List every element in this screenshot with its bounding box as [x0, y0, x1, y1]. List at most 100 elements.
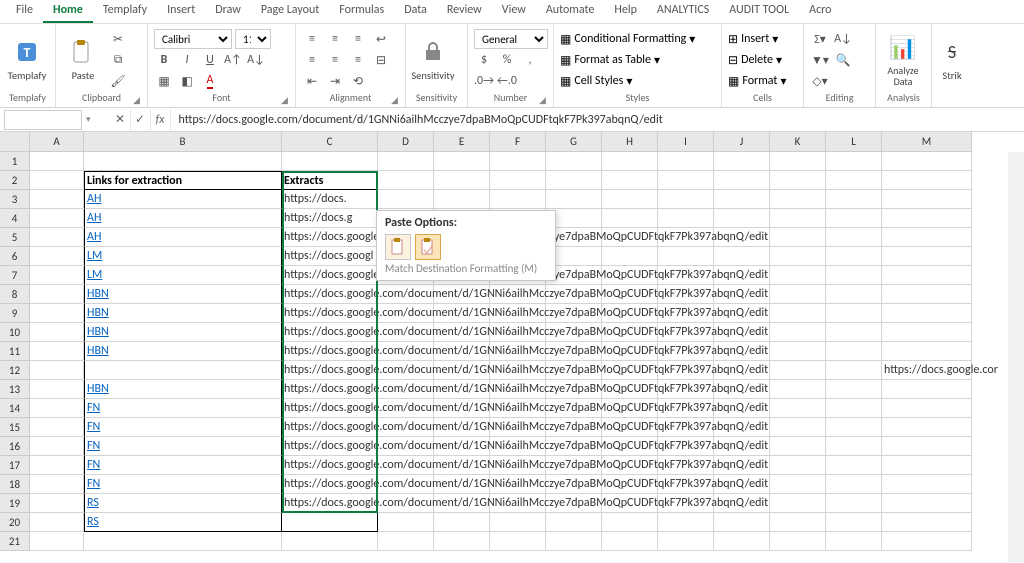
clear-button[interactable]: ◇▾: [810, 71, 830, 91]
cell-L11[interactable]: [826, 342, 882, 361]
font-size-select[interactable]: 11: [235, 29, 271, 49]
cell-B8[interactable]: HBN: [84, 285, 282, 304]
cell-L8[interactable]: [826, 285, 882, 304]
row-header-12[interactable]: 12: [0, 361, 30, 380]
cell-D1[interactable]: [378, 152, 434, 171]
cell-K5[interactable]: [770, 228, 826, 247]
cell-A3[interactable]: [30, 190, 84, 209]
cell-L12[interactable]: [826, 361, 882, 380]
cell-M5[interactable]: [882, 228, 972, 247]
cell-K7[interactable]: [770, 266, 826, 285]
cell-K10[interactable]: [770, 323, 826, 342]
cell-M20[interactable]: [882, 513, 972, 532]
decrease-decimal-button[interactable]: ←.0: [497, 71, 517, 91]
copy-button[interactable]: ⧉: [108, 50, 128, 70]
find-select-button[interactable]: 🔍: [833, 50, 853, 70]
cell-M9[interactable]: [882, 304, 972, 323]
cell-K17[interactable]: [770, 456, 826, 475]
row-header-6[interactable]: 6: [0, 247, 30, 266]
cell-B16[interactable]: FN: [84, 437, 282, 456]
cell-M19[interactable]: [882, 494, 972, 513]
align-left-button[interactable]: ≡: [302, 50, 322, 70]
row-header-19[interactable]: 19: [0, 494, 30, 513]
cell-D21[interactable]: [378, 532, 434, 551]
tab-acro[interactable]: Acro: [799, 0, 841, 23]
merge-button[interactable]: ⊟: [371, 50, 391, 70]
cell-M14[interactable]: [882, 399, 972, 418]
row-header-18[interactable]: 18: [0, 475, 30, 494]
cell-K3[interactable]: [770, 190, 826, 209]
select-all-corner[interactable]: [0, 132, 30, 152]
cell-G21[interactable]: [546, 532, 602, 551]
cell-L13[interactable]: [826, 380, 882, 399]
cell-L10[interactable]: [826, 323, 882, 342]
cell-B7[interactable]: LM: [84, 266, 282, 285]
row-header-7[interactable]: 7: [0, 266, 30, 285]
cell-C13[interactable]: https://docs.google.com/document/d/1GNNi…: [282, 380, 378, 399]
cell-J2[interactable]: [714, 171, 770, 190]
cell-A13[interactable]: [30, 380, 84, 399]
cell-H2[interactable]: [602, 171, 658, 190]
tab-review[interactable]: Review: [437, 0, 492, 23]
cell-L18[interactable]: [826, 475, 882, 494]
column-header-B[interactable]: B: [84, 132, 282, 152]
format-cells-button[interactable]: ▦Format▾: [728, 71, 797, 91]
orientation-button[interactable]: ⟲: [348, 71, 368, 91]
cell-A15[interactable]: [30, 418, 84, 437]
cell-F3[interactable]: [490, 190, 546, 209]
cell-H21[interactable]: [602, 532, 658, 551]
row-header-9[interactable]: 9: [0, 304, 30, 323]
cell-M10[interactable]: [882, 323, 972, 342]
sort-filter-button[interactable]: A↓: [833, 29, 853, 49]
analyze-data-button[interactable]: 📊 Analyze Data: [882, 29, 924, 91]
name-box[interactable]: [4, 110, 82, 130]
clipboard-launcher[interactable]: ◢: [133, 95, 144, 106]
cell-L21[interactable]: [826, 532, 882, 551]
cell-C2[interactable]: Extracts: [282, 171, 378, 190]
cell-K21[interactable]: [770, 532, 826, 551]
tab-view[interactable]: View: [492, 0, 536, 23]
cell-B4[interactable]: AH: [84, 209, 282, 228]
row-header-2[interactable]: 2: [0, 171, 30, 190]
cell-K20[interactable]: [770, 513, 826, 532]
number-format-select[interactable]: General: [474, 29, 548, 49]
cell-H6[interactable]: [602, 247, 658, 266]
conditional-formatting-button[interactable]: ▦Conditional Formatting▾: [560, 29, 715, 49]
cell-C11[interactable]: https://docs.google.com/document/d/1GNNi…: [282, 342, 378, 361]
cell-C5[interactable]: https://docs.google.com/document/d/1GNNi…: [282, 228, 378, 247]
cell-B6[interactable]: LM: [84, 247, 282, 266]
cell-B18[interactable]: FN: [84, 475, 282, 494]
cell-L5[interactable]: [826, 228, 882, 247]
cell-I4[interactable]: [658, 209, 714, 228]
cell-A12[interactable]: [30, 361, 84, 380]
column-header-L[interactable]: L: [826, 132, 882, 152]
decrease-font-button[interactable]: A↓: [246, 50, 266, 70]
cell-A11[interactable]: [30, 342, 84, 361]
cell-B17[interactable]: FN: [84, 456, 282, 475]
align-center-button[interactable]: ≡: [325, 50, 345, 70]
cell-C16[interactable]: https://docs.google.com/document/d/1GNNi…: [282, 437, 378, 456]
cell-K11[interactable]: [770, 342, 826, 361]
cell-A18[interactable]: [30, 475, 84, 494]
cell-M8[interactable]: [882, 285, 972, 304]
format-as-table-button[interactable]: ▦Format as Table▾: [560, 50, 715, 70]
cell-C12[interactable]: https://docs.google.com/document/d/1GNNi…: [282, 361, 378, 380]
cell-E3[interactable]: [434, 190, 490, 209]
cell-C7[interactable]: https://docs.google.com/document/d/1GNNi…: [282, 266, 378, 285]
tab-data[interactable]: Data: [394, 0, 437, 23]
cell-C9[interactable]: https://docs.google.com/document/d/1GNNi…: [282, 304, 378, 323]
cell-L2[interactable]: [826, 171, 882, 190]
cell-G2[interactable]: [546, 171, 602, 190]
cell-K8[interactable]: [770, 285, 826, 304]
cell-A16[interactable]: [30, 437, 84, 456]
fill-button[interactable]: ▼▾: [810, 50, 830, 70]
bold-button[interactable]: B: [154, 50, 174, 70]
cell-B13[interactable]: HBN: [84, 380, 282, 399]
cell-C6[interactable]: https://docs.googl: [282, 247, 378, 266]
formula-input[interactable]: [171, 109, 1024, 131]
cell-M6[interactable]: [882, 247, 972, 266]
cell-C1[interactable]: [282, 152, 378, 171]
cell-H4[interactable]: [602, 209, 658, 228]
row-header-1[interactable]: 1: [0, 152, 30, 171]
wrap-text-button[interactable]: ↩: [371, 29, 391, 49]
